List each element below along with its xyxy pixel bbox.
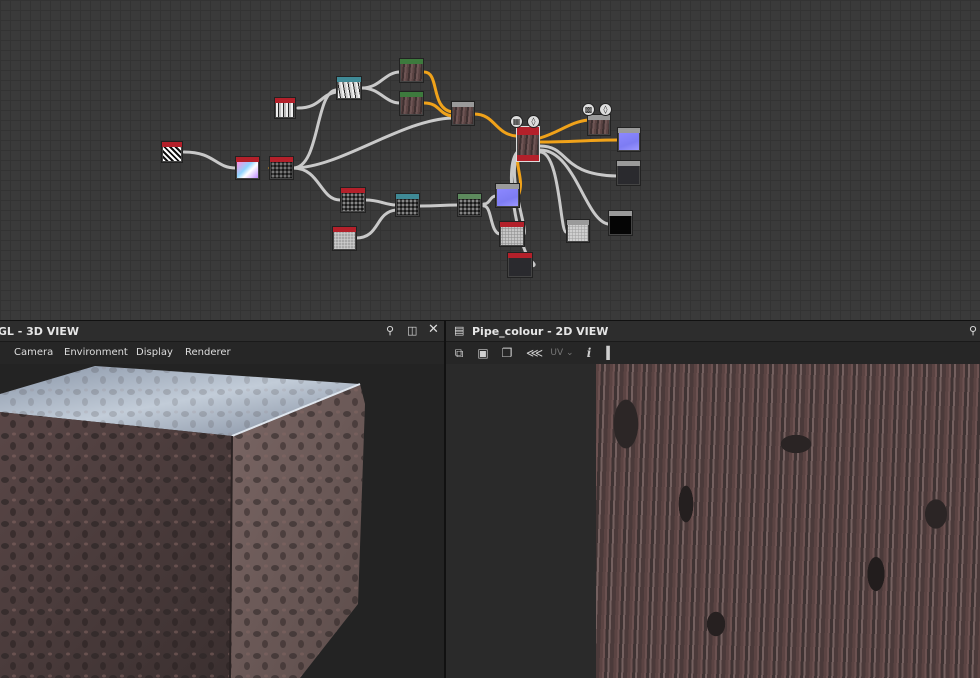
histogram-icon[interactable]: ▍ bbox=[604, 346, 618, 360]
close-icon[interactable]: ✕ bbox=[428, 323, 439, 336]
wire bbox=[472, 112, 518, 138]
graph-node[interactable] bbox=[235, 156, 260, 180]
wire bbox=[360, 86, 402, 105]
wire bbox=[364, 198, 398, 207]
graph-node[interactable] bbox=[608, 210, 633, 236]
undock-icon[interactable]: ◫ bbox=[407, 325, 417, 337]
document-icon[interactable]: ▦ bbox=[510, 115, 523, 128]
pin-icon[interactable]: ⚲ bbox=[969, 325, 977, 337]
menu-renderer[interactable]: Renderer bbox=[185, 347, 231, 358]
graph-node[interactable] bbox=[340, 187, 366, 213]
wire bbox=[482, 204, 502, 236]
viewport-2d[interactable] bbox=[446, 364, 980, 678]
graph-node[interactable] bbox=[616, 160, 641, 186]
panel-3d-title: nGL - 3D VIEW bbox=[0, 325, 79, 338]
graph-node[interactable] bbox=[336, 76, 362, 100]
wire bbox=[538, 118, 590, 140]
graph-node[interactable] bbox=[617, 127, 641, 152]
export-icon[interactable]: ❐ bbox=[500, 346, 514, 360]
graph-node[interactable] bbox=[495, 183, 520, 208]
pin-icon[interactable]: ⚲ bbox=[386, 325, 394, 337]
wire bbox=[360, 70, 402, 90]
cube-preview bbox=[0, 366, 365, 678]
uv-label: UV bbox=[550, 348, 564, 358]
panel-2d-header: ▤ Pipe_colour - 2D VIEW ⚲ bbox=[446, 320, 980, 342]
panel-3d-menubar: Camera Environment Display Renderer bbox=[0, 342, 444, 364]
graph-node[interactable] bbox=[516, 126, 540, 162]
wire bbox=[422, 70, 454, 114]
graph-node[interactable] bbox=[499, 221, 525, 247]
texture-preview bbox=[596, 364, 980, 678]
wire bbox=[354, 208, 398, 240]
graph-node[interactable] bbox=[587, 114, 611, 136]
wire bbox=[296, 90, 338, 110]
panel-2d-toolbar: ⧉ ▣ ❐ ⋘ UV ⌄ i ▍ bbox=[446, 342, 980, 364]
menu-camera[interactable]: Camera bbox=[14, 347, 53, 358]
wire bbox=[291, 166, 342, 202]
graph-node[interactable] bbox=[395, 193, 420, 217]
wire bbox=[182, 150, 238, 170]
wire bbox=[291, 88, 338, 170]
save-icon[interactable]: ▣ bbox=[476, 346, 490, 360]
panel-2d-view-icon: ▤ bbox=[454, 324, 465, 337]
node-graph[interactable]: ▦ ◊ ▩ ◊ bbox=[0, 0, 980, 320]
panel-3d-header: nGL - 3D VIEW ⚲ ◫ ✕ bbox=[0, 320, 444, 342]
graph-wires bbox=[182, 70, 619, 268]
graph-node[interactable] bbox=[269, 156, 294, 180]
graph-node[interactable] bbox=[457, 193, 482, 217]
menu-display[interactable]: Display bbox=[136, 347, 173, 358]
chevron-down-icon: ⌄ bbox=[566, 348, 574, 358]
graph-node[interactable] bbox=[332, 226, 357, 251]
graph-node[interactable] bbox=[566, 219, 590, 243]
wire bbox=[538, 138, 619, 144]
graph-node[interactable] bbox=[274, 97, 296, 119]
graph-node[interactable] bbox=[399, 58, 424, 83]
info-icon[interactable]: i bbox=[582, 346, 596, 360]
copy-icon[interactable]: ⧉ bbox=[452, 346, 466, 360]
viewport-3d[interactable] bbox=[0, 364, 444, 678]
panel-2d-title: Pipe_colour - 2D VIEW bbox=[472, 325, 609, 338]
graph-node[interactable] bbox=[451, 101, 475, 126]
wire bbox=[418, 203, 460, 208]
graph-node[interactable] bbox=[161, 141, 183, 163]
graph-node[interactable] bbox=[507, 252, 533, 278]
graph-node[interactable] bbox=[399, 91, 424, 116]
cube-icon[interactable]: ◊ bbox=[527, 115, 540, 128]
checker-icon[interactable]: ▩ bbox=[582, 103, 595, 116]
share-icon[interactable]: ⋘ bbox=[526, 346, 543, 360]
menu-environment[interactable]: Environment bbox=[64, 347, 128, 358]
cube-icon[interactable]: ◊ bbox=[599, 103, 612, 116]
wire bbox=[538, 150, 568, 234]
uv-dropdown[interactable]: UV ⌄ bbox=[548, 346, 576, 360]
